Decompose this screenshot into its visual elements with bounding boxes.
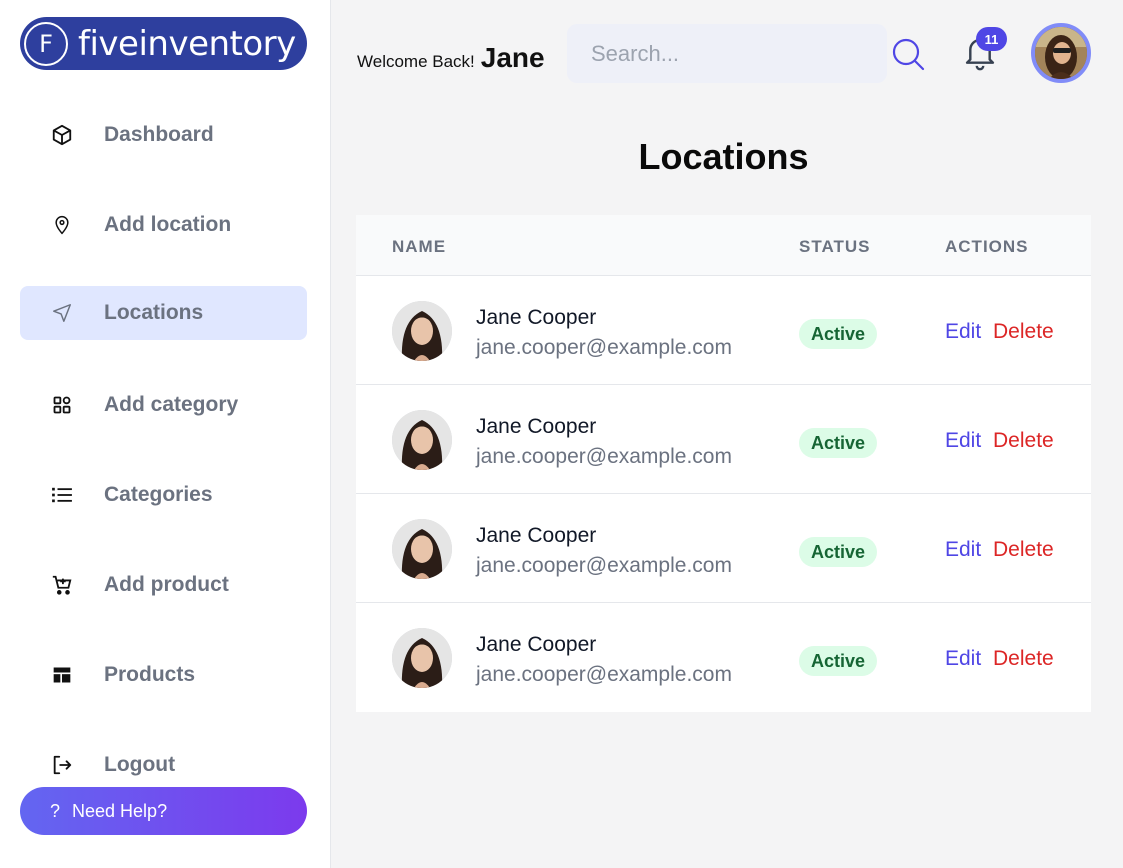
list-icon xyxy=(50,483,74,507)
logout-icon xyxy=(50,753,74,777)
sidebar-item-label: Dashboard xyxy=(104,123,214,146)
avatar xyxy=(392,519,452,579)
sidebar-item-add-product[interactable]: Add product xyxy=(20,558,307,612)
edit-link[interactable]: Edit xyxy=(945,429,981,453)
location-name: Jane Cooper xyxy=(476,415,597,438)
sidebar-item-add-category[interactable]: Add category xyxy=(20,378,307,432)
sidebar-item-label: Logout xyxy=(104,753,176,776)
sidebar-item-add-location[interactable]: Add location xyxy=(20,198,307,252)
location-name: Jane Cooper xyxy=(476,524,597,547)
cart-plus-icon xyxy=(50,573,74,597)
user-name: Jane xyxy=(480,42,545,73)
delete-link[interactable]: Delete xyxy=(993,647,1054,671)
table-header: NAME STATUS ACTIONS xyxy=(356,215,1091,276)
delete-link[interactable]: Delete xyxy=(993,429,1054,453)
search-icon[interactable] xyxy=(890,36,926,72)
navigation-arrow-icon xyxy=(50,301,74,325)
user-avatar[interactable] xyxy=(1031,23,1091,83)
table-row: Jane Cooper jane.cooper@example.com Acti… xyxy=(356,276,1091,385)
category-grid-icon xyxy=(50,393,74,417)
location-email: jane.cooper@example.com xyxy=(476,445,732,468)
column-header-name: NAME xyxy=(392,237,447,256)
help-icon: ? xyxy=(50,800,61,821)
status-badge: Active xyxy=(799,537,878,567)
brand-name: fiveinventory xyxy=(78,23,296,64)
avatar xyxy=(392,410,452,470)
sidebar-item-products[interactable]: Products xyxy=(20,648,307,702)
need-help-button[interactable]: ? Need Help? xyxy=(20,787,307,835)
status-badge: Active xyxy=(799,646,878,676)
sidebar-item-label: Products xyxy=(104,663,196,686)
sidebar-item-label: Locations xyxy=(104,301,204,324)
welcome-text: Welcome Back! xyxy=(357,52,475,71)
need-help-label: Need Help? xyxy=(72,800,168,821)
table-row: Jane Cooper jane.cooper@example.com Acti… xyxy=(356,494,1091,603)
sidebar-item-dashboard[interactable]: Dashboard xyxy=(20,108,307,162)
edit-link[interactable]: Edit xyxy=(945,320,981,344)
search-input[interactable] xyxy=(567,24,887,83)
avatar xyxy=(392,301,452,361)
location-email: jane.cooper@example.com xyxy=(476,336,732,359)
sidebar-item-logout[interactable]: Logout xyxy=(20,738,307,792)
location-email: jane.cooper@example.com xyxy=(476,554,732,577)
column-header-actions: ACTIONS xyxy=(945,237,1029,256)
logo-mark-icon: F xyxy=(24,21,68,66)
avatar xyxy=(392,628,452,688)
layout-icon xyxy=(50,663,74,687)
column-header-status: STATUS xyxy=(799,237,871,256)
delete-link[interactable]: Delete xyxy=(993,320,1054,344)
edit-link[interactable]: Edit xyxy=(945,538,981,562)
sidebar-item-label: Add location xyxy=(104,213,232,236)
sidebar-item-label: Add product xyxy=(104,573,229,596)
table-row: Jane Cooper jane.cooper@example.com Acti… xyxy=(356,603,1091,712)
locations-table: NAME STATUS ACTIONS Jane Cooper jane.coo… xyxy=(356,215,1091,712)
sidebar: F fiveinventory Dashboard Add location L… xyxy=(0,0,331,868)
location-email: jane.cooper@example.com xyxy=(476,663,732,686)
sidebar-item-categories[interactable]: Categories xyxy=(20,468,307,522)
notification-count-badge: 11 xyxy=(976,27,1007,51)
status-badge: Active xyxy=(799,319,878,349)
welcome-message: Welcome Back! Jane xyxy=(357,42,545,74)
location-name: Jane Cooper xyxy=(476,633,597,656)
brand-logo[interactable]: F fiveinventory xyxy=(20,17,307,70)
location-name: Jane Cooper xyxy=(476,306,597,329)
page-title: Locations xyxy=(638,136,809,177)
cube-icon xyxy=(50,123,74,147)
map-pin-icon xyxy=(50,213,74,237)
delete-link[interactable]: Delete xyxy=(993,538,1054,562)
sidebar-item-locations[interactable]: Locations xyxy=(20,286,307,340)
sidebar-item-label: Categories xyxy=(104,483,213,506)
table-row: Jane Cooper jane.cooper@example.com Acti… xyxy=(356,385,1091,494)
edit-link[interactable]: Edit xyxy=(945,647,981,671)
status-badge: Active xyxy=(799,428,878,458)
sidebar-item-label: Add category xyxy=(104,393,239,416)
